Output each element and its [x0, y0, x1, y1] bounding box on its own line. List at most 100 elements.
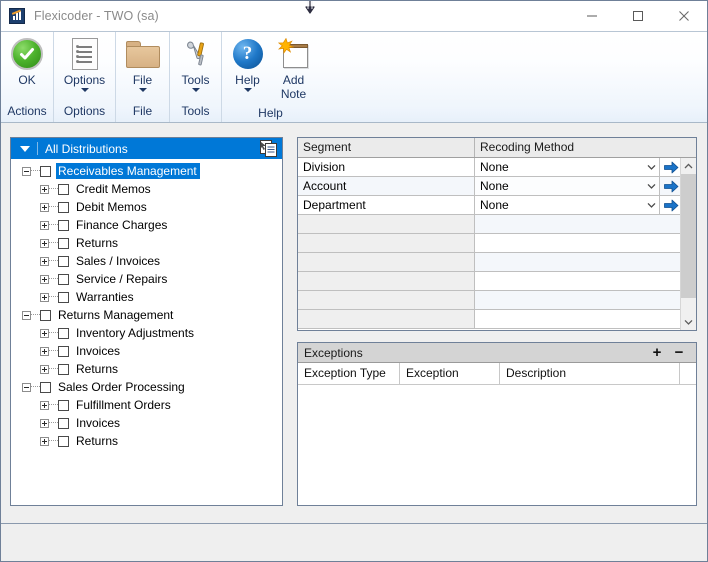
expand-icon[interactable] [40, 346, 49, 356]
tools-button-label: Tools [181, 73, 210, 87]
maximize-icon[interactable] [615, 1, 661, 31]
segment-row[interactable]: Account None [298, 177, 696, 196]
tree-node-checkbox[interactable] [58, 363, 69, 375]
expand-icon[interactable] [40, 220, 49, 230]
tree-node[interactable]: Invoices [11, 342, 282, 360]
tree-node[interactable]: Returns [11, 432, 282, 450]
tree-node[interactable]: Debit Memos [11, 198, 282, 216]
tree-node[interactable]: Credit Memos [11, 180, 282, 198]
expand-icon[interactable] [40, 184, 49, 194]
chevron-down-icon[interactable] [243, 88, 252, 92]
close-icon[interactable] [661, 1, 707, 31]
ribbon-group-label-file: File [132, 104, 153, 118]
expand-icon[interactable] [40, 364, 49, 374]
tree-connector [31, 314, 40, 316]
tree-node[interactable]: Sales / Invoices [11, 252, 282, 270]
segment-empty-row[interactable] [298, 253, 696, 272]
tree-node-checkbox[interactable] [58, 201, 69, 213]
expand-icon[interactable] [40, 238, 49, 248]
tree-node-checkbox[interactable] [58, 435, 69, 447]
tree-node-checkbox[interactable] [58, 183, 69, 195]
remove-exception-button[interactable]: − [668, 345, 690, 360]
tree-node-checkbox[interactable] [58, 327, 69, 339]
chevron-down-icon[interactable] [643, 164, 659, 170]
tree-node[interactable]: Invoices [11, 414, 282, 432]
options-button[interactable]: Options [57, 32, 113, 92]
tree-node[interactable]: Service / Repairs [11, 270, 282, 288]
tree-node-checkbox[interactable] [40, 381, 51, 393]
segment-empty-row[interactable] [298, 234, 696, 253]
expand-icon[interactable] [40, 202, 49, 212]
tree-node-label: Returns [76, 236, 119, 250]
segment-empty-row[interactable] [298, 215, 696, 234]
chevron-down-icon[interactable] [191, 88, 200, 92]
segment-empty-name-cell [298, 253, 475, 271]
add-note-button[interactable]: Add Note [271, 32, 317, 101]
help-button-label: Help [235, 73, 260, 87]
expand-icon[interactable] [40, 256, 49, 266]
ok-button[interactable]: OK [1, 32, 55, 87]
tree-node[interactable]: Returns [11, 234, 282, 252]
segment-recoding-grid: Segment Recoding Method Division None Acco… [297, 137, 697, 331]
expand-icon[interactable] [40, 436, 49, 446]
expand-icon[interactable] [40, 400, 49, 410]
column-header-segment: Segment [298, 138, 475, 157]
tree-node-checkbox[interactable] [58, 255, 69, 267]
expand-icon[interactable] [40, 328, 49, 338]
chevron-down-icon[interactable] [643, 183, 659, 189]
help-button[interactable]: ? Help [225, 32, 271, 92]
segment-grid-scrollbar[interactable] [680, 158, 696, 330]
segment-name-cell: Department [298, 196, 475, 214]
segment-empty-row[interactable] [298, 272, 696, 291]
collapse-icon[interactable] [22, 382, 31, 392]
tree-node-checkbox[interactable] [58, 219, 69, 231]
recoding-method-dropdown[interactable]: None [475, 196, 660, 214]
chevron-down-icon[interactable] [681, 314, 696, 330]
tree-node-checkbox[interactable] [58, 399, 69, 411]
tree-node[interactable]: Warranties [11, 288, 282, 306]
tree-node-checkbox[interactable] [40, 165, 51, 177]
minimize-icon[interactable] [569, 1, 615, 31]
tree-node-checkbox[interactable] [40, 309, 51, 321]
segment-empty-name-cell [298, 272, 475, 290]
tree-node-checkbox[interactable] [58, 291, 69, 303]
tree-node-checkbox[interactable] [58, 273, 69, 285]
recoding-method-value: None [480, 198, 509, 212]
collapse-icon[interactable] [22, 310, 31, 320]
recoding-method-dropdown[interactable]: None [475, 158, 660, 176]
tree-node-checkbox[interactable] [58, 345, 69, 357]
chevron-down-icon[interactable] [80, 88, 89, 92]
tree-node[interactable]: Returns Management [11, 306, 282, 324]
chevron-up-icon[interactable] [681, 158, 696, 174]
tree-node[interactable]: Inventory Adjustments [11, 324, 282, 342]
title-bar: Flexicoder - TWO (sa) [1, 1, 707, 31]
segment-row[interactable]: Department None [298, 196, 696, 215]
window-title: Flexicoder - TWO (sa) [34, 9, 159, 23]
tree-node-checkbox[interactable] [58, 417, 69, 429]
scrollbar-thumb[interactable] [681, 174, 696, 298]
add-exception-button[interactable]: + [646, 345, 668, 360]
tree-node-checkbox[interactable] [58, 237, 69, 249]
tree-node[interactable]: Returns [11, 360, 282, 378]
segment-empty-row[interactable] [298, 291, 696, 310]
segment-empty-name-cell [298, 310, 475, 328]
tree-node-label: Credit Memos [76, 182, 151, 196]
segment-row[interactable]: Division None [298, 158, 696, 177]
tree-node[interactable]: Sales Order Processing [11, 378, 282, 396]
ribbon-group-label-help: Help [258, 106, 283, 120]
chevron-down-icon[interactable] [138, 88, 147, 92]
recoding-method-dropdown[interactable]: None [475, 177, 660, 195]
expand-icon[interactable] [40, 418, 49, 428]
collapse-icon[interactable] [22, 166, 31, 176]
tree-node[interactable]: Finance Charges [11, 216, 282, 234]
segment-empty-row[interactable] [298, 310, 696, 329]
tools-button[interactable]: Tools [168, 32, 224, 92]
tree-header[interactable]: All Distributions [11, 138, 282, 159]
expand-icon[interactable] [40, 292, 49, 302]
tree-node[interactable]: Fulfillment Orders [11, 396, 282, 414]
copy-document-icon[interactable] [260, 140, 278, 157]
chevron-down-icon[interactable] [643, 202, 659, 208]
tree-node[interactable]: Receivables Management [11, 162, 282, 180]
expand-icon[interactable] [40, 274, 49, 284]
chevron-down-icon[interactable] [20, 145, 30, 152]
